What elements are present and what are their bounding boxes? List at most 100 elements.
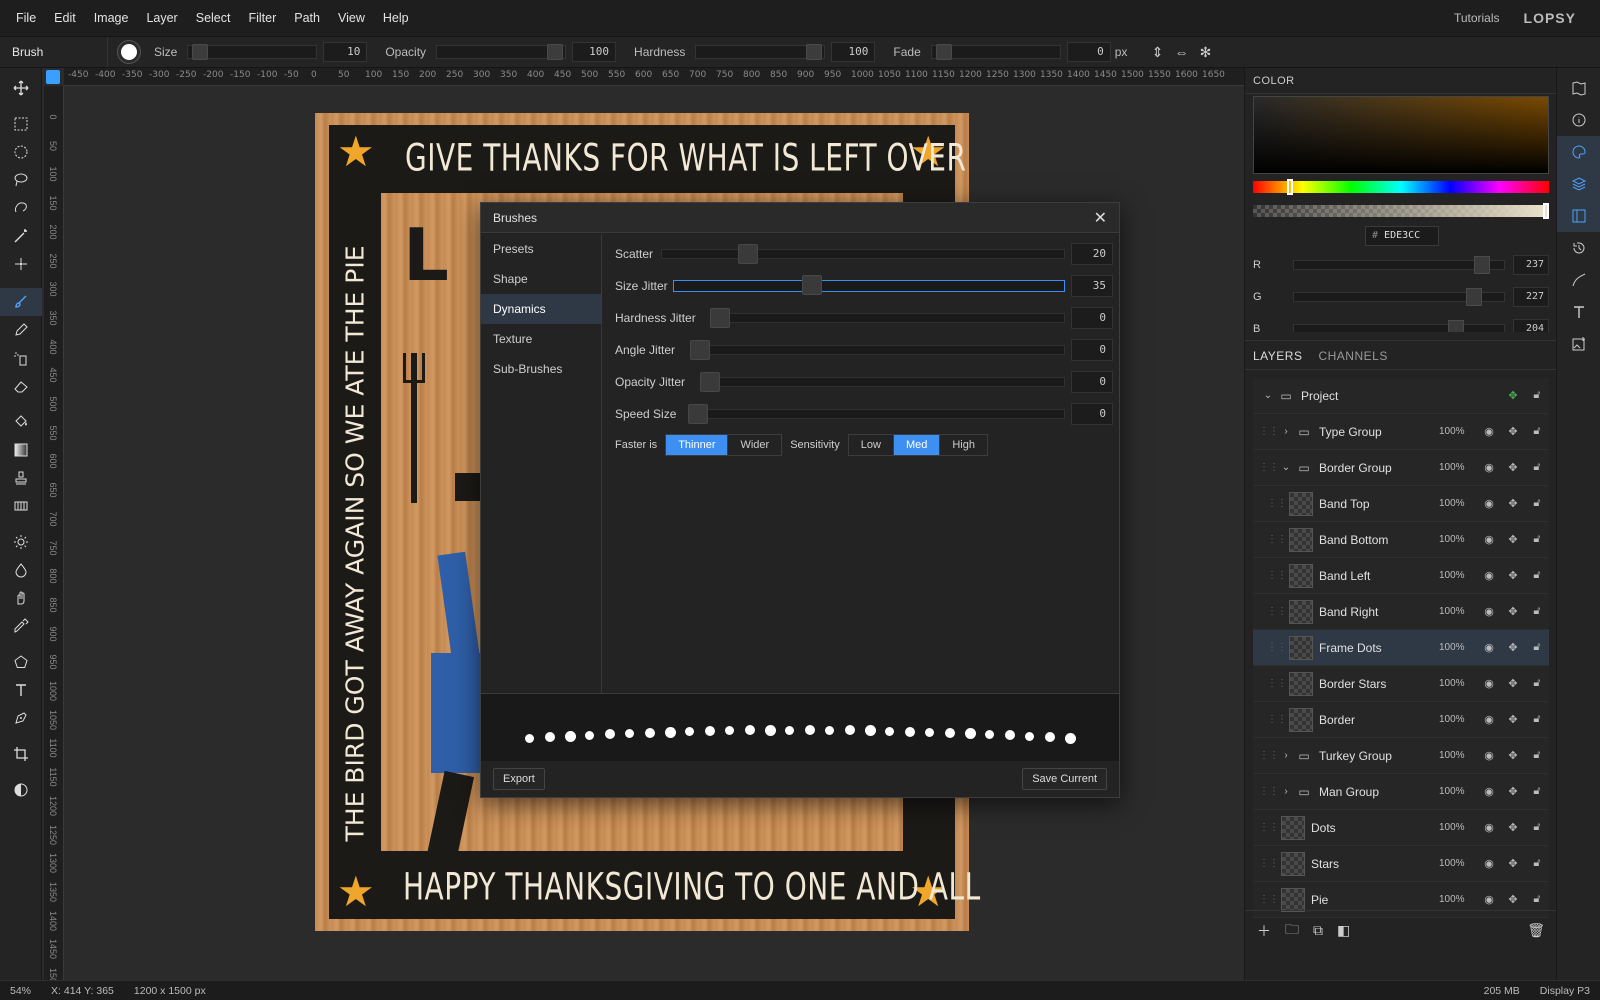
link-icon[interactable]: ✥ — [1501, 677, 1525, 690]
layer-opacity[interactable]: 100% — [1439, 642, 1477, 653]
menu-layer[interactable]: Layer — [137, 11, 186, 25]
layer-row[interactable]: ⋮⋮ Band Left 100% ◉ ✥ 🔓︎ — [1253, 558, 1549, 594]
lock-icon[interactable]: 🔓︎ — [1525, 785, 1549, 798]
drag-handle-icon[interactable]: ⋮⋮ — [1267, 714, 1287, 725]
drag-handle-icon[interactable]: ⋮⋮ — [1267, 570, 1287, 581]
blue-slider-knob[interactable] — [1448, 320, 1464, 332]
layer-opacity[interactable]: 100% — [1439, 426, 1477, 437]
red-slider-knob[interactable] — [1474, 256, 1490, 274]
eye-icon[interactable]: ◉ — [1477, 461, 1501, 474]
pattern-tool[interactable] — [0, 492, 42, 520]
blue-slider[interactable] — [1293, 320, 1505, 332]
eye-icon[interactable]: ◉ — [1477, 641, 1501, 654]
opacity-jitter-slider-knob[interactable] — [700, 372, 720, 392]
layer-row[interactable]: ⋮⋮ Border Stars 100% ◉ ✥ 🔓︎ — [1253, 666, 1549, 702]
menu-path[interactable]: Path — [285, 11, 329, 25]
eye-icon[interactable]: ◉ — [1477, 893, 1501, 906]
nav-shape[interactable]: Shape — [481, 264, 601, 294]
drag-handle-icon[interactable]: ⋮⋮ — [1259, 894, 1279, 905]
move-tool[interactable] — [0, 74, 42, 102]
layer-row[interactable]: ⋮⋮ › ▭ Man Group 100% ◉ ✥ 🔓︎ — [1253, 774, 1549, 810]
adjust-tool[interactable] — [0, 776, 42, 804]
layer-opacity[interactable]: 100% — [1439, 570, 1477, 581]
lock-icon[interactable]: 🔓︎ — [1525, 749, 1549, 762]
link-icon[interactable]: ✥ — [1501, 893, 1525, 906]
blue-input[interactable]: 204 — [1513, 319, 1549, 332]
chevron-down-icon[interactable]: ⌄ — [1259, 390, 1277, 401]
drag-handle-icon[interactable]: ⋮⋮ — [1259, 426, 1279, 437]
gradient-tool[interactable] — [0, 436, 42, 464]
eye-icon[interactable]: ◉ — [1477, 569, 1501, 582]
red-slider[interactable] — [1293, 256, 1505, 274]
layer-opacity[interactable]: 100% — [1439, 858, 1477, 869]
link-icon[interactable]: ✥ — [1501, 749, 1525, 762]
layer-opacity[interactable]: 100% — [1439, 714, 1477, 725]
eye-icon[interactable]: ◉ — [1477, 713, 1501, 726]
drag-handle-icon[interactable]: ⋮⋮ — [1267, 606, 1287, 617]
image-add-icon[interactable] — [1557, 328, 1600, 360]
menu-image[interactable]: Image — [85, 11, 138, 25]
hex-input[interactable]: # EDE3CC — [1365, 226, 1439, 246]
alpha-slider-knob[interactable] — [1543, 203, 1549, 219]
layer-opacity[interactable]: 100% — [1439, 534, 1477, 545]
red-input[interactable]: 237 — [1513, 255, 1549, 275]
columns-icon[interactable] — [1557, 200, 1600, 232]
tab-channels[interactable]: CHANNELS — [1310, 341, 1395, 369]
link-icon[interactable]: ✥ — [1501, 857, 1525, 870]
menu-edit[interactable]: Edit — [45, 11, 85, 25]
sensitivity-med-option[interactable]: Med — [893, 435, 941, 455]
brush-preview[interactable] — [117, 40, 141, 64]
menu-view[interactable]: View — [329, 11, 374, 25]
lock-icon[interactable]: 🔓︎ — [1525, 893, 1549, 906]
eye-icon[interactable]: ◉ — [1477, 605, 1501, 618]
eye-icon[interactable]: ◉ — [1477, 749, 1501, 762]
layers-icon[interactable] — [1557, 168, 1600, 200]
lock-icon[interactable]: 🔓︎ — [1525, 605, 1549, 618]
crop-tool[interactable] — [0, 740, 42, 768]
angle-jitter-slider[interactable] — [690, 340, 1065, 360]
drag-handle-icon[interactable]: ⋮⋮ — [1267, 642, 1287, 653]
drag-handle-icon[interactable]: ⋮⋮ — [1259, 462, 1279, 473]
quick-select-tool[interactable] — [0, 250, 42, 278]
pencil-tool[interactable] — [0, 316, 42, 344]
dodge-tool[interactable] — [0, 528, 42, 556]
faster-thinner-option[interactable]: Thinner — [666, 435, 729, 455]
layer-row[interactable]: ⋮⋮ › ▭ Type Group 100% ◉ ✥ 🔓︎ — [1253, 414, 1549, 450]
tutorials-link[interactable]: Tutorials — [1454, 11, 1500, 25]
lock-icon[interactable]: 🔓︎ — [1525, 857, 1549, 870]
lock-icon[interactable]: 🔓︎ — [1525, 677, 1549, 690]
drag-handle-icon[interactable]: ⋮⋮ — [1259, 750, 1279, 761]
link-icon[interactable]: ✥ — [1501, 569, 1525, 582]
rect-select-tool[interactable] — [0, 110, 42, 138]
eye-icon[interactable]: ◉ — [1477, 857, 1501, 870]
size-input[interactable]: 10 — [323, 42, 368, 62]
type-icon[interactable] — [1557, 296, 1600, 328]
layer-row[interactable]: ⋮⋮ Dots 100% ◉ ✥ 🔓︎ — [1253, 810, 1549, 846]
drag-handle-icon[interactable]: ⋮⋮ — [1259, 786, 1279, 797]
shape-tool[interactable] — [0, 648, 42, 676]
lasso-tool[interactable] — [0, 166, 42, 194]
eyedropper-tool[interactable] — [0, 612, 42, 640]
scatter-input[interactable]: 20 — [1071, 243, 1113, 265]
ruler-corner[interactable] — [46, 70, 60, 84]
chevron-right-icon[interactable]: › — [1277, 426, 1295, 437]
layer-opacity[interactable]: 100% — [1439, 786, 1477, 797]
lock-icon[interactable]: 🔓︎ — [1525, 713, 1549, 726]
hardness-jitter-slider-knob[interactable] — [710, 308, 730, 328]
hardness-input[interactable]: 100 — [831, 42, 876, 62]
lock-icon[interactable]: 🔓︎ — [1525, 497, 1549, 510]
smudge-tool[interactable] — [0, 584, 42, 612]
eye-icon[interactable]: ◉ — [1477, 497, 1501, 510]
link-icon[interactable]: ✥ — [1501, 461, 1525, 474]
hue-slider-knob[interactable] — [1287, 179, 1293, 195]
menu-filter[interactable]: Filter — [239, 11, 285, 25]
scatter-slider[interactable] — [661, 244, 1065, 264]
opacity-jitter-input[interactable]: 0 — [1071, 371, 1113, 393]
palette-icon[interactable] — [1557, 136, 1600, 168]
scatter-slider-knob[interactable] — [738, 244, 758, 264]
chevron-right-icon[interactable]: › — [1277, 750, 1295, 761]
angle-jitter-input[interactable]: 0 — [1071, 339, 1113, 361]
size-jitter-slider-knob[interactable] — [802, 275, 822, 295]
layer-row[interactable]: ⋮⋮ Border 100% ◉ ✥ 🔓︎ — [1253, 702, 1549, 738]
layer-row[interactable]: ⌄ ▭ Project ✥ 🔓︎ — [1253, 378, 1549, 414]
